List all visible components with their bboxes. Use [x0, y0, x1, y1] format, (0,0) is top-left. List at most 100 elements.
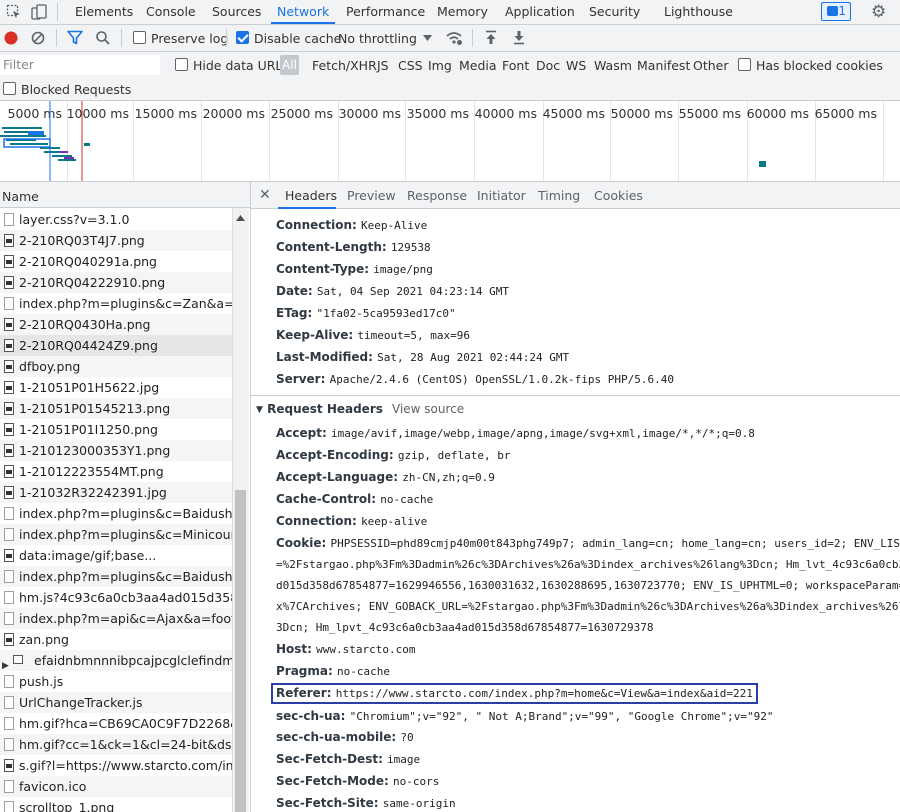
request-row[interactable]: data:image/gif;base... [0, 545, 232, 566]
tab-memory[interactable]: Memory [437, 0, 488, 24]
filter-funnel-icon[interactable] [67, 30, 83, 45]
view-source-link[interactable]: View source [392, 402, 464, 416]
network-conditions-icon[interactable] [445, 30, 463, 46]
request-row[interactable]: s.gif?l=https://www.starcto.com/index.ph [0, 755, 232, 776]
hide-data-urls-label: Hide data URLs [193, 58, 289, 73]
header-key: Cache-Control: [276, 492, 377, 506]
filter-input[interactable]: Filter [0, 55, 160, 75]
tab-performance[interactable]: Performance [346, 0, 425, 24]
filter-type-wasm[interactable]: Wasm [594, 58, 632, 73]
expand-triangle-icon[interactable]: ▼ [256, 405, 263, 415]
tab-security[interactable]: Security [589, 0, 640, 24]
tab-lighthouse[interactable]: Lighthouse [664, 0, 733, 24]
request-row[interactable]: 1-21012223554MT.png [0, 461, 232, 482]
filter-type-img[interactable]: Img [428, 58, 452, 73]
name-column-header[interactable]: Name [0, 182, 250, 208]
filter-type-css[interactable]: CSS [398, 58, 423, 73]
request-row[interactable]: hm.gif?hca=CB69CA0C9F7D2268&cc=1. [0, 713, 232, 734]
request-row[interactable]: 1-21051P01I1250.png [0, 419, 232, 440]
request-row[interactable]: index.php?m=plugins&c=Baidushoulu& [0, 566, 232, 587]
filter-type-font[interactable]: Font [502, 58, 529, 73]
request-row[interactable]: hm.gif?cc=1&ck=1&cl=24-bit&ds=1920 [0, 734, 232, 755]
header-sec-fetch-site: Sec-Fetch-Site: same-origin [276, 796, 456, 810]
tab-application[interactable]: Application [505, 0, 575, 24]
messages-badge[interactable]: 1 [821, 2, 851, 21]
filter-type-other[interactable]: Other [693, 58, 729, 73]
request-name: 1-21051P01H5622.jpg [19, 380, 160, 395]
tab-cookies[interactable]: Cookies [594, 188, 643, 203]
tab-initiator[interactable]: Initiator [477, 188, 526, 203]
record-icon[interactable] [4, 31, 18, 45]
disable-cache-checkbox[interactable] [236, 31, 249, 44]
export-har-icon[interactable] [512, 30, 526, 45]
request-headers-title[interactable]: ▼ Request Headers [256, 402, 383, 416]
split-divider[interactable] [250, 182, 251, 812]
dropdown-arrow-icon[interactable] [423, 35, 432, 41]
throttling-select[interactable]: No throttling [338, 31, 417, 46]
tab-sources[interactable]: Sources [212, 0, 261, 24]
header-key: Keep-Alive: [276, 328, 354, 342]
request-row[interactable]: 2-210RQ04222910.png [0, 272, 232, 293]
request-row[interactable]: ▶ efaidnbmnnnibpcajpcglclefindmkaj [0, 650, 232, 671]
header-key: Sec-Fetch-Mode: [276, 774, 389, 788]
request-row[interactable]: 2-210RQ040291a.png [0, 251, 232, 272]
scroll-up-arrow-icon[interactable] [236, 215, 245, 221]
request-row[interactable]: index.php?m=api&c=Ajax&a=footprint_ [0, 608, 232, 629]
filter-all-button[interactable]: All [280, 55, 299, 75]
filter-type-doc[interactable]: Doc [536, 58, 560, 73]
document-icon [4, 591, 14, 604]
request-row[interactable]: zan.png [0, 629, 232, 650]
blocked-requests-checkbox[interactable] [3, 82, 16, 95]
tab-console[interactable]: Console [146, 0, 196, 24]
request-row[interactable]: UrlChangeTracker.js [0, 692, 232, 713]
tab-timing[interactable]: Timing [538, 188, 580, 203]
import-har-icon[interactable] [484, 30, 498, 45]
tab-headers[interactable]: Headers [285, 188, 337, 203]
header-value: Sat, 28 Aug 2021 02:44:24 GMT [377, 351, 570, 364]
filter-type-js[interactable]: JS [377, 58, 389, 73]
scrollbar-thumb[interactable] [235, 490, 246, 812]
request-row[interactable]: 2-210RQ0430Ha.png [0, 314, 232, 335]
search-icon[interactable] [95, 30, 111, 46]
preserve-log-checkbox[interactable] [133, 31, 146, 44]
request-row[interactable]: 2-210RQ03T4J7.png [0, 230, 232, 251]
document-icon [4, 213, 14, 226]
request-row[interactable]: 1-210123000353Y1.png [0, 440, 232, 461]
request-row[interactable]: layer.css?v=3.1.0 [0, 209, 232, 230]
request-row[interactable]: index.php?m=plugins&c=Baidushoulu& [0, 503, 232, 524]
request-row[interactable]: 1-21051P01H5622.jpg [0, 377, 232, 398]
filter-type-manifest[interactable]: Manifest [637, 58, 690, 73]
request-row[interactable]: dfboy.png [0, 356, 232, 377]
filter-type-ws[interactable]: WS [566, 58, 586, 73]
tab-elements[interactable]: Elements [75, 0, 133, 24]
tab-response[interactable]: Response [407, 188, 467, 203]
request-row[interactable]: index.php?m=plugins&c=Zan&a=zan&a [0, 293, 232, 314]
hide-data-urls-checkbox[interactable] [175, 58, 188, 71]
header-value: no-cache [380, 493, 434, 506]
inspect-element-icon[interactable] [6, 4, 22, 20]
device-toolbar-icon[interactable] [30, 3, 48, 21]
clear-icon[interactable] [31, 31, 45, 45]
tab-preview[interactable]: Preview [347, 188, 396, 203]
request-name: dfboy.png [19, 359, 81, 374]
request-row[interactable]: index.php?m=plugins&c=Minicount&a= [0, 524, 232, 545]
image-icon [4, 318, 14, 331]
cookie-continuation-line: x%7CArchives; ENV_GOBACK_URL=%2Fstargao.… [276, 600, 900, 613]
request-row[interactable]: hm.js?4c93c6a0cb3aa4ad015d358d6785 [0, 587, 232, 608]
request-row[interactable]: push.js [0, 671, 232, 692]
filter-type-media[interactable]: Media [459, 58, 497, 73]
request-row[interactable]: scrolltop_1.png [0, 797, 232, 812]
timeline-overview[interactable]: 5000 ms 10000 ms 15000 ms 20000 ms 25000… [0, 101, 900, 181]
request-row[interactable]: 1-21051P01545213.png [0, 398, 232, 419]
has-blocked-cookies-checkbox[interactable] [738, 58, 751, 71]
request-row[interactable]: favicon.ico [0, 776, 232, 797]
tab-network[interactable]: Network [270, 0, 336, 24]
request-row[interactable]: 1-21032R32242391.jpg [0, 482, 232, 503]
request-row[interactable]: 2-210RQ04424Z9.png [0, 335, 232, 356]
document-icon [4, 801, 14, 812]
filter-type-fetch-xhr[interactable]: Fetch/XHR [312, 58, 377, 73]
devtools-panel-tabbar: Elements Console Sources Network Perform… [0, 0, 900, 24]
settings-gear-icon[interactable]: ⚙ [871, 2, 886, 22]
request-name: UrlChangeTracker.js [19, 695, 143, 710]
close-icon[interactable]: ✕ [259, 187, 271, 203]
